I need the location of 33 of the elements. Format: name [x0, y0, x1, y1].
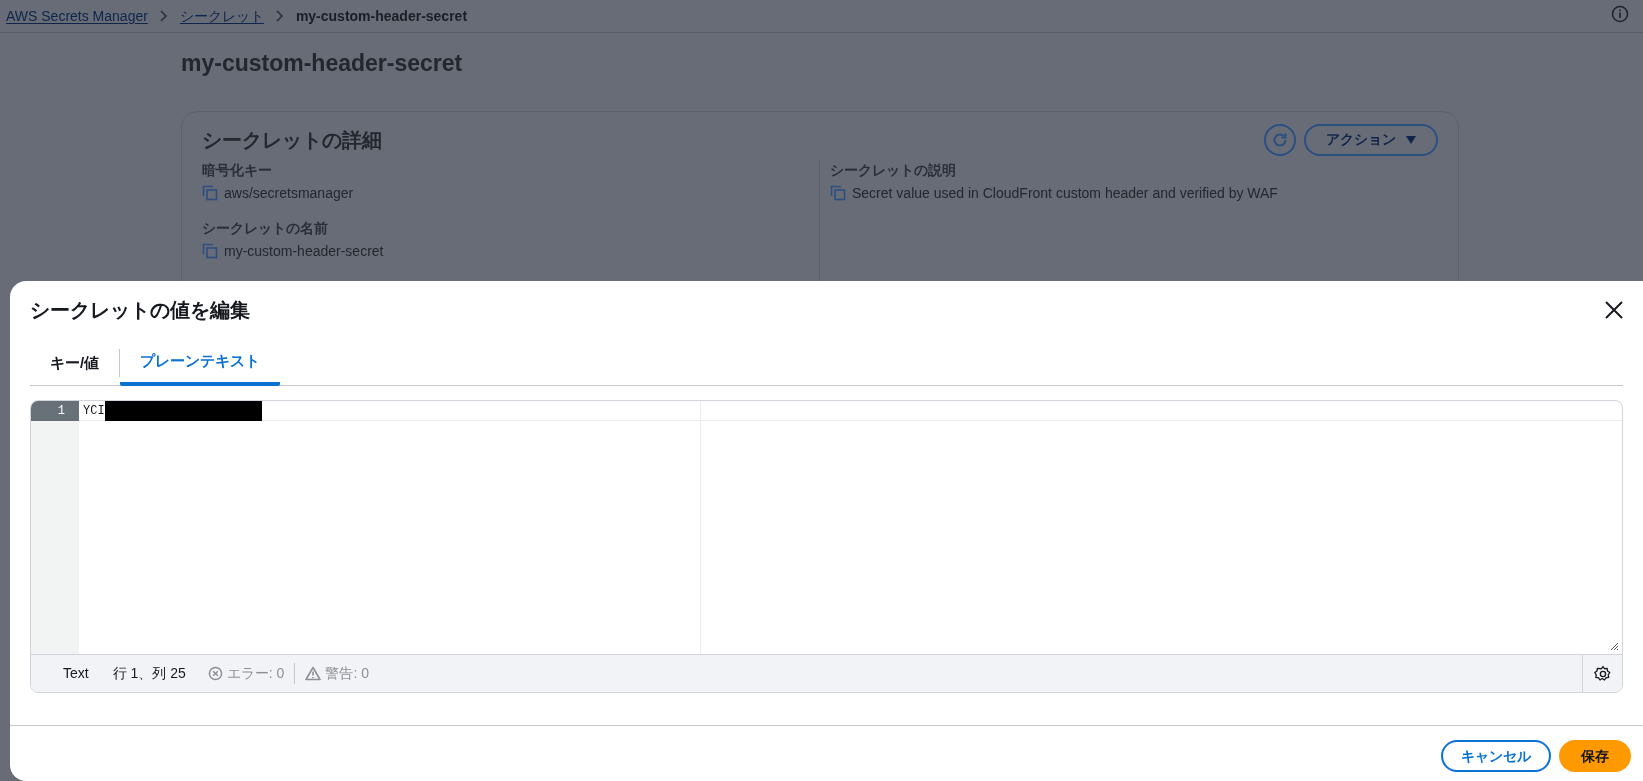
field-value: aws/secretsmanager [224, 183, 354, 203]
breadcrumb-link[interactable]: AWS Secrets Manager [6, 5, 148, 27]
field-label: 暗号化キー [202, 160, 273, 180]
actions-button[interactable]: アクション [1304, 123, 1438, 156]
breadcrumb-current: my-custom-header-secret [295, 6, 468, 26]
info-icon[interactable] [1611, 5, 1629, 23]
language-mode[interactable]: Text [63, 663, 89, 684]
caret-icon [1406, 135, 1416, 144]
dialog-title: シークレットの値を編集 [30, 298, 250, 323]
breadcrumb-link[interactable]: シークレット [179, 5, 264, 27]
save-button[interactable]: 保存 [1559, 740, 1631, 772]
chevron-icon [274, 10, 285, 22]
tab[interactable]: プレーンテキスト [120, 341, 281, 386]
page-title: my-custom-header-secret [181, 49, 464, 78]
line-number: 1 [31, 401, 79, 421]
error-icon [207, 666, 223, 681]
cancel-button[interactable]: キャンセル [1441, 740, 1551, 772]
cursor-position: 行 1、列 25 [112, 664, 186, 683]
field-value: Secret value used in CloudFront custom header and verified by WAF [852, 183, 1278, 203]
field-label: シークレットの名前 [202, 218, 329, 238]
warning-count[interactable]: 警告: 0 [295, 663, 369, 684]
close-icon[interactable] [1603, 299, 1625, 321]
refresh-icon [1271, 130, 1289, 149]
field-value: my-custom-header-secret [224, 241, 384, 261]
tab[interactable]: キー/値 [30, 341, 120, 385]
chevron-icon [158, 10, 169, 22]
code-text: YCI [83, 402, 105, 420]
card-title: シークレットの詳細 [202, 127, 382, 153]
field-label: シークレットの説明 [830, 160, 957, 180]
error-count[interactable]: エラー: 0 [207, 663, 296, 684]
warning-icon [305, 666, 322, 681]
code-editor[interactable]: 1 YCI Text 行 1、列 25 エラー: 0 警告: 0 [30, 400, 1623, 693]
resize-handle-icon[interactable] [1609, 641, 1619, 651]
